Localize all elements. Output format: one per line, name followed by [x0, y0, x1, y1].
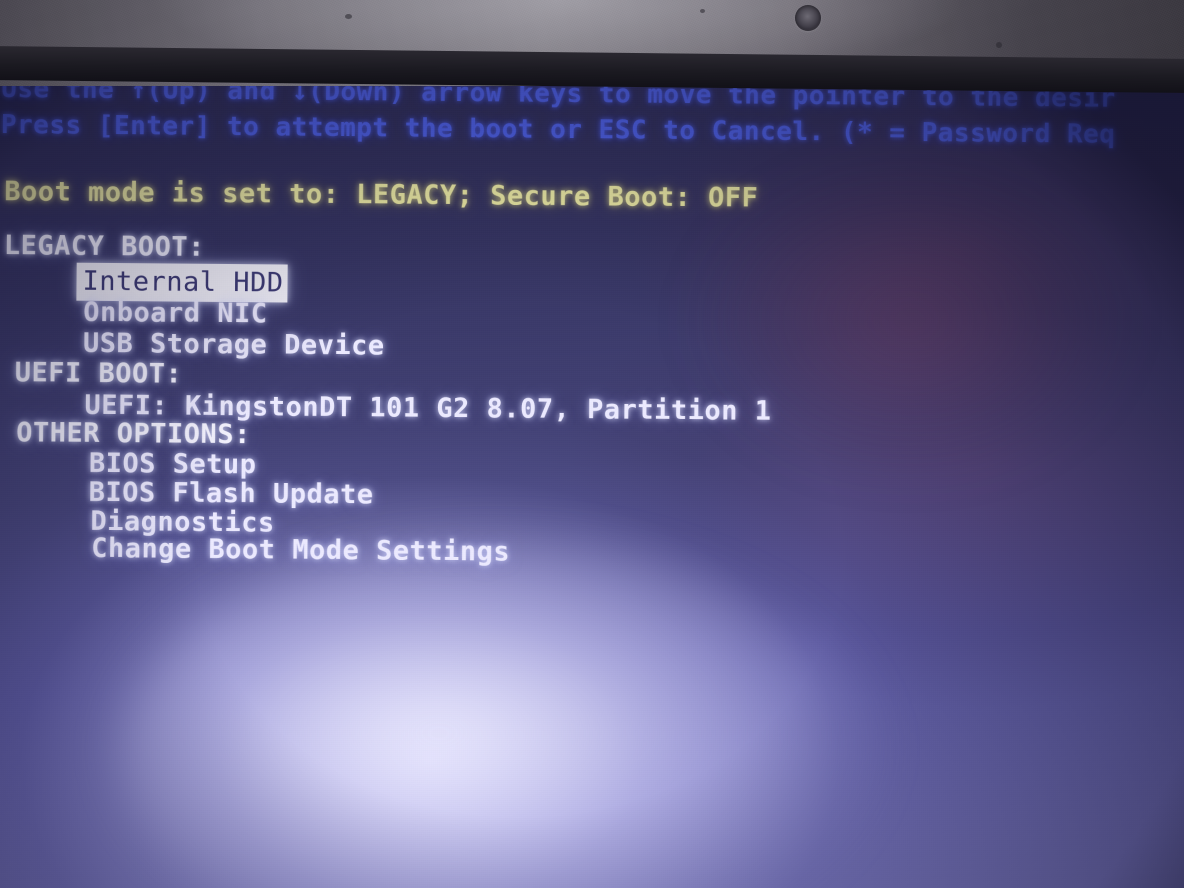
bios-boot-menu-screen: Use the ↑(Up) and ↓(Down) arrow keys to …: [0, 0, 1184, 888]
other-option-change-boot-mode-settings[interactable]: Change Boot Mode Settings: [91, 533, 510, 568]
bezel-speck-right: [996, 42, 1002, 48]
other-option-bios-setup[interactable]: BIOS Setup: [89, 448, 257, 480]
boot-option-usb-storage-device[interactable]: USB Storage Device: [83, 328, 385, 362]
boot-option-onboard-nic[interactable]: Onboard NIC: [83, 297, 268, 330]
instruction-line-2: Press [Enter] to attempt the boot or ESC…: [0, 110, 1116, 150]
webcam-icon: [795, 5, 821, 31]
screen-text-layer: Use the ↑(Up) and ↓(Down) arrow keys to …: [0, 0, 1184, 888]
section-heading-other-options: OTHER OPTIONS:: [16, 417, 251, 451]
laptop-photo: Use the ↑(Up) and ↓(Down) arrow keys to …: [0, 0, 1184, 888]
section-heading-uefi-boot: UEFI BOOT:: [14, 357, 183, 390]
bezel-speck-left: [345, 14, 352, 19]
boot-mode-status-line: Boot mode is set to: LEGACY; Secure Boot…: [4, 176, 759, 214]
section-heading-legacy-boot: LEGACY BOOT:: [3, 230, 206, 263]
bezel-speck-mid: [700, 9, 705, 13]
